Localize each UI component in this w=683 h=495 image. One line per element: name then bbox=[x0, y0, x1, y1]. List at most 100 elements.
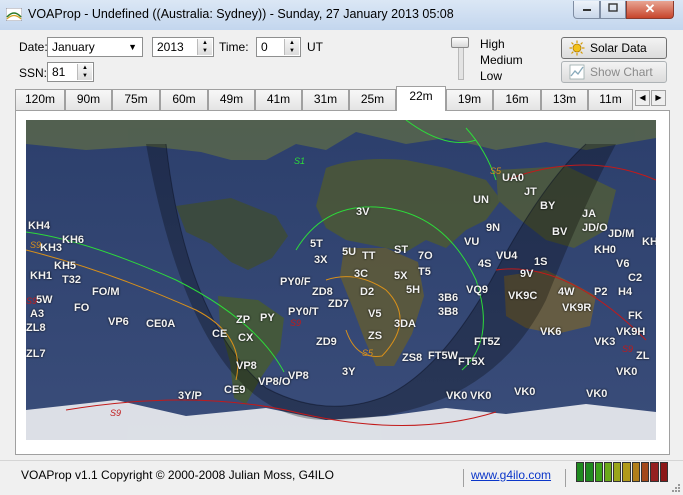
callsign-label: 3C bbox=[354, 268, 369, 280]
spin-arrows-icon[interactable]: ▲ ▼ bbox=[284, 39, 299, 55]
tab-75m[interactable]: 75m bbox=[112, 89, 160, 110]
tab-label: 120m bbox=[24, 92, 56, 106]
tab-16m[interactable]: 16m bbox=[493, 89, 541, 110]
meter-cell bbox=[585, 462, 594, 482]
callsign-label: V5 bbox=[368, 308, 382, 320]
tab-11m[interactable]: 11m bbox=[588, 89, 633, 110]
tab-label: 22m bbox=[409, 89, 433, 103]
callsign-label: A3 bbox=[30, 308, 45, 320]
callsign-label: ZD9 bbox=[316, 336, 337, 348]
tab-label: 11m bbox=[599, 92, 622, 106]
tab-scroll-right-button[interactable]: ▶ bbox=[651, 90, 666, 106]
callsign-label: ZL bbox=[636, 350, 650, 362]
callsign-label: 5H bbox=[406, 284, 421, 296]
power-slider-handle[interactable] bbox=[451, 37, 469, 48]
callsign-label: VP8 bbox=[236, 360, 257, 372]
month-select[interactable]: January ▼ bbox=[47, 37, 143, 57]
tab-13m[interactable]: 13m bbox=[541, 89, 588, 110]
tab-label: 49m bbox=[219, 92, 244, 106]
tab-49m[interactable]: 49m bbox=[208, 89, 255, 110]
resize-grip-icon[interactable] bbox=[671, 483, 681, 493]
callsign-label: PY0/F bbox=[280, 276, 311, 288]
contour-marker: S5 bbox=[490, 166, 502, 176]
callsign-label: 3DA bbox=[394, 318, 417, 330]
time-spinner[interactable]: 0 ▲ ▼ bbox=[256, 37, 301, 57]
time-value: 0 bbox=[261, 40, 268, 54]
year-spinner[interactable]: 2013 ▲ ▼ bbox=[152, 37, 214, 57]
tab-label: 60m bbox=[172, 92, 196, 106]
maximize-button[interactable] bbox=[600, 1, 626, 19]
callsign-label: 4S bbox=[478, 258, 492, 270]
callsign-label: 3Y bbox=[342, 366, 356, 378]
power-level-low: Low bbox=[480, 69, 503, 83]
callsign-label: 5W bbox=[36, 294, 53, 306]
callsign-label: PY0/T bbox=[288, 306, 319, 318]
tab-90m[interactable]: 90m bbox=[65, 89, 112, 110]
tab-scroll-left-button[interactable]: ◀ bbox=[635, 90, 650, 106]
callsign-label: ST bbox=[394, 244, 409, 256]
close-button[interactable]: ✕ bbox=[626, 1, 674, 19]
show-chart-label: Show Chart bbox=[590, 65, 653, 79]
meter-cell bbox=[613, 462, 622, 482]
spin-arrows-icon[interactable]: ▲ ▼ bbox=[197, 39, 212, 55]
callsign-label: FO/M bbox=[92, 286, 120, 298]
show-chart-button[interactable]: Show Chart bbox=[561, 61, 667, 83]
callsign-label: CE0A bbox=[146, 318, 176, 330]
chevron-left-icon: ◀ bbox=[639, 93, 646, 102]
callsign-label: 3V bbox=[356, 206, 370, 218]
callsign-label: VP8/O bbox=[258, 376, 291, 388]
callsign-label: ZD8 bbox=[312, 286, 333, 298]
contour-marker: S9 bbox=[26, 296, 38, 306]
callsign-label: CX bbox=[238, 332, 254, 344]
callsign-label: VK0 bbox=[616, 366, 638, 378]
tab-31m[interactable]: 31m bbox=[302, 89, 349, 110]
meter-cell bbox=[641, 462, 650, 482]
callsign-label: VQ9 bbox=[466, 284, 489, 296]
callsign-label: VK0 bbox=[446, 390, 468, 402]
spin-arrows-icon[interactable]: ▲ ▼ bbox=[77, 64, 92, 80]
callsign-label: JA bbox=[582, 208, 597, 220]
callsign-label: ZD7 bbox=[328, 298, 349, 310]
callsign-label: CE bbox=[212, 328, 228, 340]
callsign-label: VU bbox=[464, 236, 480, 248]
tab-label: 75m bbox=[124, 92, 148, 106]
status-separator bbox=[565, 469, 566, 487]
callsign-label: VK6 bbox=[540, 326, 562, 338]
month-value: January bbox=[52, 40, 95, 54]
minimize-button[interactable] bbox=[573, 1, 600, 19]
callsign-label: KH0 bbox=[594, 244, 617, 256]
callsign-label: VU4 bbox=[496, 250, 518, 262]
tab-label: 19m bbox=[457, 92, 482, 106]
callsign-label: ZL8 bbox=[26, 322, 46, 334]
callsign-label: KH3 bbox=[40, 242, 63, 254]
callsign-label: VK9R bbox=[562, 302, 592, 314]
website-link[interactable]: www.g4ilo.com bbox=[471, 468, 551, 482]
title-bar[interactable]: VOAProp - Undefined ((Australia: Sydney)… bbox=[0, 0, 683, 30]
tab-41m[interactable]: 41m bbox=[255, 89, 302, 110]
callsign-label: ZP bbox=[236, 314, 251, 326]
tab-60m[interactable]: 60m bbox=[160, 89, 208, 110]
callsign-label: 9V bbox=[520, 268, 534, 280]
contour-marker: S9 bbox=[290, 318, 302, 328]
maximize-icon bbox=[608, 3, 618, 12]
tab-19m[interactable]: 19m bbox=[446, 89, 493, 110]
ssn-label: SSN: bbox=[19, 66, 48, 80]
status-separator bbox=[463, 469, 464, 487]
contour-marker: S9 bbox=[30, 240, 42, 250]
callsign-label: 9N bbox=[486, 222, 501, 234]
callsign-label: FT5Z bbox=[474, 336, 501, 348]
tab-120m[interactable]: 120m bbox=[15, 89, 65, 110]
contour-marker: S5 bbox=[362, 348, 374, 358]
solar-data-button[interactable]: Solar Data bbox=[561, 37, 667, 59]
minimize-icon bbox=[582, 9, 591, 11]
contour-marker: S9 bbox=[622, 344, 634, 354]
propagation-map[interactable]: KH4 KH6 KH3 KH5 KH1 T32 5W A3 FO FO/M ZL8 ZL7 VP6 CE0… bbox=[26, 120, 656, 440]
tab-25m[interactable]: 25m bbox=[349, 89, 396, 110]
callsign-label: JD/M bbox=[608, 228, 635, 240]
callsign-label: VK9C bbox=[508, 290, 538, 302]
callsign-label: D2 bbox=[360, 286, 375, 298]
callsign-label: FK bbox=[628, 310, 643, 322]
tab-22m[interactable]: 22m bbox=[396, 86, 446, 111]
callsign-label: KH5 bbox=[54, 260, 77, 272]
ssn-spinner[interactable]: 81 ▲ ▼ bbox=[47, 62, 94, 82]
